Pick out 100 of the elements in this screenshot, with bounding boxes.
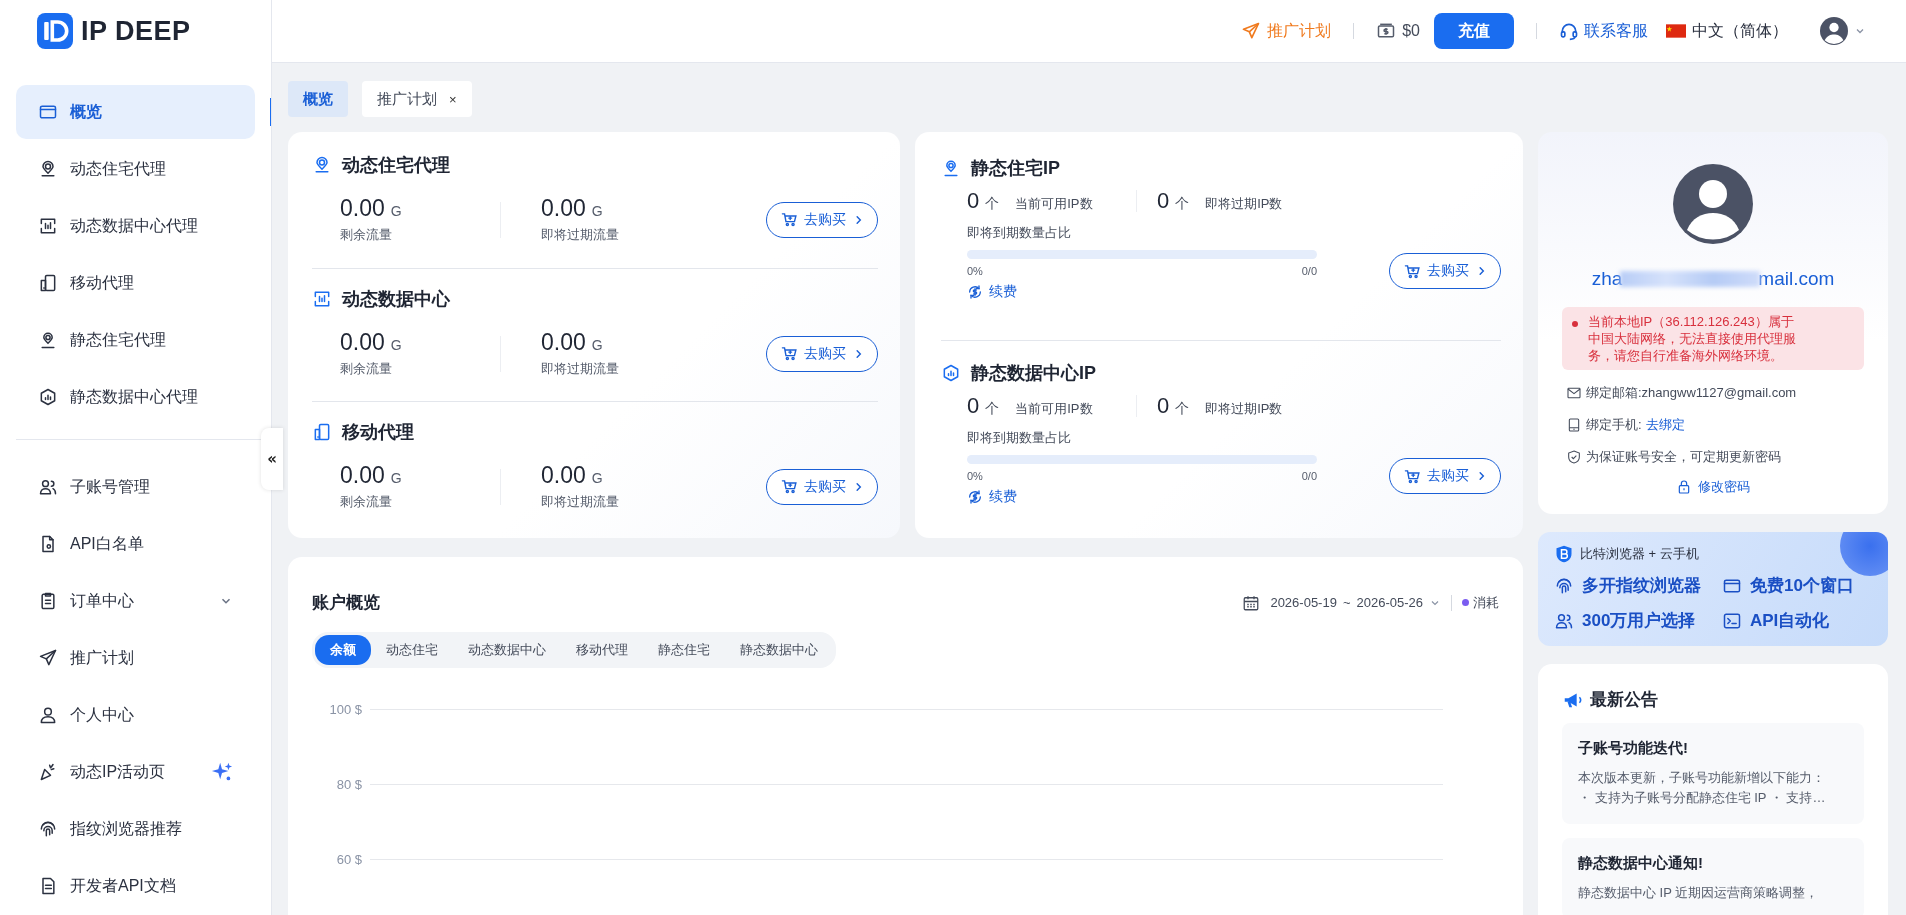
avatar-icon bbox=[1673, 164, 1753, 244]
email-start: zha bbox=[1591, 268, 1623, 290]
segment-tab[interactable]: 动态住宅 bbox=[371, 635, 453, 665]
buy-button[interactable]: 去购买 bbox=[1389, 458, 1501, 494]
percent-text: 0% bbox=[967, 470, 983, 482]
cart-icon bbox=[781, 478, 798, 495]
support-link[interactable]: 联系客服 bbox=[1559, 20, 1648, 42]
product-icon bbox=[941, 158, 961, 178]
stat-unit: 个 bbox=[1175, 195, 1190, 213]
stat-unit: G bbox=[390, 337, 402, 353]
sidebar-item[interactable]: API白名单 bbox=[16, 517, 255, 571]
headset-icon bbox=[1559, 21, 1579, 41]
stat-label: 即将过期流量 bbox=[541, 360, 620, 378]
notice-item[interactable]: 子账号功能迭代! 本次版本更新，子账号功能新增以下能力： ・ 支持为子账号分配静态住宅 IP ・ 支持… bbox=[1562, 723, 1864, 824]
stat-value: 0 bbox=[967, 188, 980, 214]
buy-button[interactable]: 去购买 bbox=[766, 201, 878, 238]
stat-label: 即将过期IP数 bbox=[1205, 195, 1283, 213]
dollar-refresh-icon bbox=[967, 284, 983, 300]
sidebar-item[interactable]: 动态住宅代理 bbox=[16, 142, 255, 196]
sidebar-item[interactable]: 订单中心 bbox=[16, 574, 255, 628]
page-tab[interactable]: 推广计划 × bbox=[362, 81, 472, 117]
axis-label: 80 $ bbox=[335, 777, 362, 792]
mail-icon bbox=[1566, 385, 1582, 401]
chevron-right-icon bbox=[854, 347, 863, 360]
page-tab[interactable]: 概览 bbox=[288, 81, 348, 117]
stat-value: 0.00 bbox=[340, 329, 385, 356]
language-selector[interactable]: 中文（简体） bbox=[1666, 20, 1788, 42]
stat-label: 即将过期流量 bbox=[541, 226, 620, 244]
sidebar-item[interactable]: 推广计划 bbox=[16, 631, 255, 685]
buy-button[interactable]: 去购买 bbox=[1389, 253, 1501, 289]
sidebar-item[interactable]: 静态住宅代理 bbox=[16, 313, 255, 367]
promo-banner[interactable]: 比特浏览器 + 云手机 多开指纹浏览器 免费10个窗口 300万用户选择 API自动化 bbox=[1538, 532, 1888, 646]
feature-text: 多开指纹浏览器 bbox=[1582, 575, 1701, 597]
notice-item[interactable]: 静态数据中心通知! 静态数据中心 IP 近期因运营商策略调整， bbox=[1562, 838, 1864, 915]
renew-link[interactable]: 续费 bbox=[967, 488, 1017, 506]
product-title: 静态数据中心IP bbox=[971, 362, 1096, 385]
segment-tab[interactable]: 静态数据中心 bbox=[725, 635, 833, 665]
sidebar-item[interactable]: 开发者API文档 bbox=[16, 859, 255, 913]
cart-icon bbox=[1404, 467, 1421, 485]
segment-tab[interactable]: 动态数据中心 bbox=[453, 635, 561, 665]
buy-button[interactable]: 去购买 bbox=[766, 468, 878, 505]
cart-icon bbox=[781, 345, 798, 362]
sidebar-item[interactable]: 动态IP活动页 bbox=[16, 745, 255, 799]
renew-link[interactable]: 续费 bbox=[967, 283, 1017, 301]
bind-link[interactable]: 去绑定 bbox=[1645, 416, 1685, 434]
stat-value: 0.00 bbox=[541, 462, 586, 489]
balance-amount: $0 bbox=[1402, 22, 1420, 40]
feature-text: 免费10个窗口 bbox=[1750, 575, 1854, 597]
sidebar-item[interactable]: 动态数据中心代理 bbox=[16, 199, 255, 253]
sidebar-item[interactable]: 子账号管理 bbox=[16, 460, 255, 514]
nav-icon bbox=[38, 819, 58, 839]
nav-icon bbox=[38, 273, 58, 293]
sidebar-item[interactable]: 移动代理 bbox=[16, 256, 255, 310]
stat-value: 0.00 bbox=[541, 195, 586, 222]
close-tab-icon[interactable]: × bbox=[449, 91, 457, 107]
notice-text: ・ 支持为子账号分配静态住宅 IP ・ 支持… bbox=[1578, 789, 1827, 807]
segment-tab[interactable]: 移动代理 bbox=[561, 635, 643, 665]
change-password-link[interactable]: 修改密码 bbox=[1676, 478, 1750, 496]
product-icon bbox=[312, 155, 332, 175]
send-icon bbox=[1241, 21, 1262, 41]
flag-icon bbox=[1666, 24, 1686, 38]
stat-label: 剩余流量 bbox=[340, 493, 393, 511]
nav-icon bbox=[38, 330, 58, 350]
email-end: mail.com bbox=[1758, 268, 1835, 290]
notice-text: 本次版本更新，子账号功能新增以下能力： bbox=[1578, 769, 1826, 787]
chevron-right-icon bbox=[1477, 470, 1486, 482]
phone-icon bbox=[1566, 417, 1582, 433]
notices-title: 最新公告 bbox=[1590, 689, 1658, 711]
stat-value: 0 bbox=[967, 393, 980, 419]
dollar-refresh-icon bbox=[967, 489, 983, 505]
stat-label: 剩余流量 bbox=[340, 360, 393, 378]
product-title: 动态数据中心 bbox=[342, 288, 450, 311]
ratio-label: 即将到期数量占比 bbox=[967, 224, 1072, 242]
brand-name: IP DEEP bbox=[81, 15, 191, 47]
chevron-right-icon bbox=[1477, 265, 1486, 277]
notice-title: 静态数据中心通知! bbox=[1578, 854, 1704, 873]
avatar-icon bbox=[1820, 17, 1848, 45]
sidebar-item[interactable]: 指纹浏览器推荐 bbox=[16, 802, 255, 856]
stat-value: 0.00 bbox=[340, 462, 385, 489]
nav-icon bbox=[38, 216, 58, 236]
stat-value: 0.00 bbox=[541, 329, 586, 356]
stat-value: 0 bbox=[1156, 393, 1170, 419]
segment-tab[interactable]: 静态住宅 bbox=[643, 635, 725, 665]
nav-icon bbox=[38, 591, 58, 611]
nav-icon bbox=[38, 477, 58, 497]
stat-unit: 个 bbox=[985, 195, 1000, 213]
sidebar-item[interactable]: 静态数据中心代理 bbox=[16, 370, 255, 424]
collapse-button[interactable]: « bbox=[261, 428, 283, 490]
nav-icon bbox=[38, 387, 58, 407]
sidebar-item[interactable]: 个人中心 bbox=[16, 688, 255, 742]
stat-label: 即将过期流量 bbox=[541, 493, 620, 511]
axis-label: 60 $ bbox=[335, 852, 362, 867]
stat-label: 剩余流量 bbox=[340, 226, 393, 244]
recharge-button[interactable]: 充值 bbox=[1434, 13, 1514, 49]
account-menu[interactable] bbox=[1820, 17, 1866, 45]
nav-icon bbox=[38, 159, 58, 179]
buy-button[interactable]: 去购买 bbox=[766, 335, 878, 372]
stat-unit: 个 bbox=[1175, 400, 1190, 418]
segment-tab[interactable]: 余额 bbox=[315, 635, 371, 665]
date-range-picker[interactable]: 2026-05-19 ~ 2026-05-26 bbox=[1242, 593, 1441, 612]
